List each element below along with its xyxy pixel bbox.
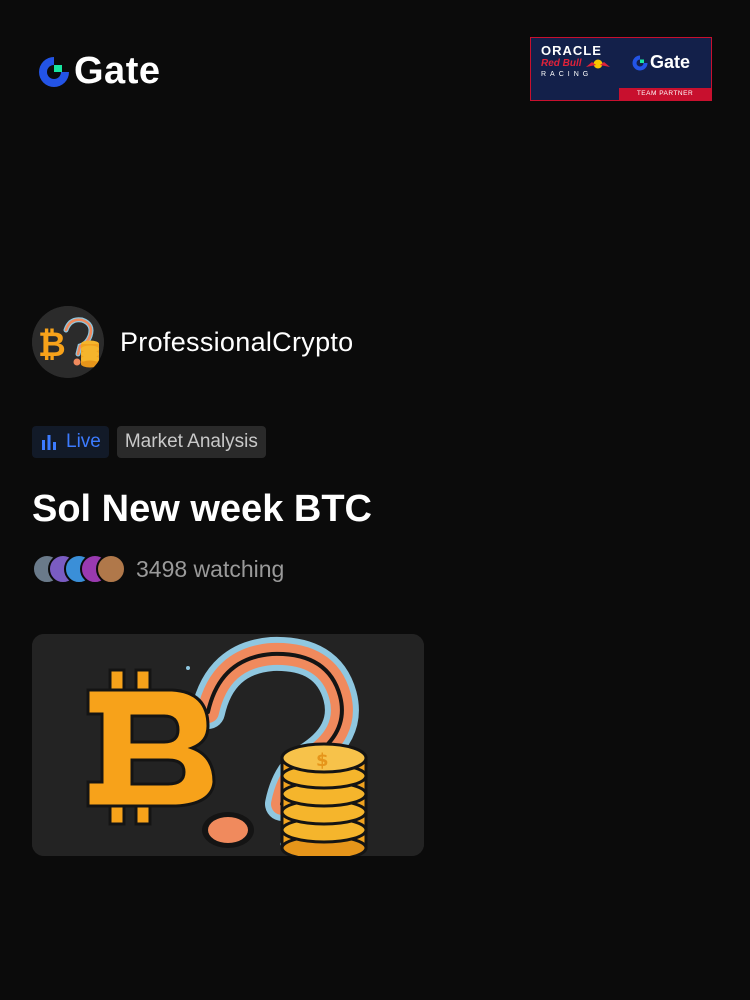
oracle-redbull-logo: ORACLE Red Bull RACING [541, 44, 617, 80]
badge-gate-icon [632, 55, 648, 70]
stream-title: Sol New week BTC [32, 488, 372, 530]
viewer-avatar [96, 554, 126, 584]
stream-tags: Live Market Analysis [32, 426, 266, 458]
category-tag-market-analysis[interactable]: Market Analysis [116, 426, 266, 458]
live-tag: Live [32, 426, 109, 458]
gate-logo-icon [39, 56, 70, 87]
live-bars-icon [42, 435, 56, 450]
channel-avatar[interactable]: ₿ [32, 306, 104, 378]
gate-logo-text: Gate [74, 50, 161, 92]
badge-gate-logo: Gate [631, 52, 690, 73]
channel-profile[interactable]: ₿ ProfessionalCrypto [32, 306, 354, 378]
live-label: Live [66, 431, 101, 452]
redbull-text: Red Bull [541, 58, 582, 69]
category-label: Market Analysis [124, 431, 258, 452]
redbull-icon [585, 59, 610, 69]
team-partner-badge: ORACLE Red Bull RACING Gate TEAM PARTNER [530, 37, 712, 101]
badge-gate-text: Gate [650, 52, 691, 72]
channel-username[interactable]: ProfessionalCrypto [120, 327, 354, 358]
gate-logo[interactable]: Gate [36, 50, 160, 93]
team-partner-label: TEAM PARTNER [619, 88, 711, 100]
svg-text:$: $ [316, 750, 329, 771]
svg-text:₿: ₿ [38, 325, 66, 365]
watching-count: 3498 watching [136, 555, 285, 582]
bitcoin-question-coins-icon: $ [32, 634, 424, 856]
bitcoin-question-icon: ₿ [32, 306, 104, 378]
racing-text: RACING [541, 71, 593, 78]
oracle-text: ORACLE [541, 43, 602, 58]
stream-thumbnail[interactable]: $ [32, 634, 424, 856]
watchers-row: 3498 watching [32, 554, 284, 584]
viewer-avatars [32, 554, 126, 584]
